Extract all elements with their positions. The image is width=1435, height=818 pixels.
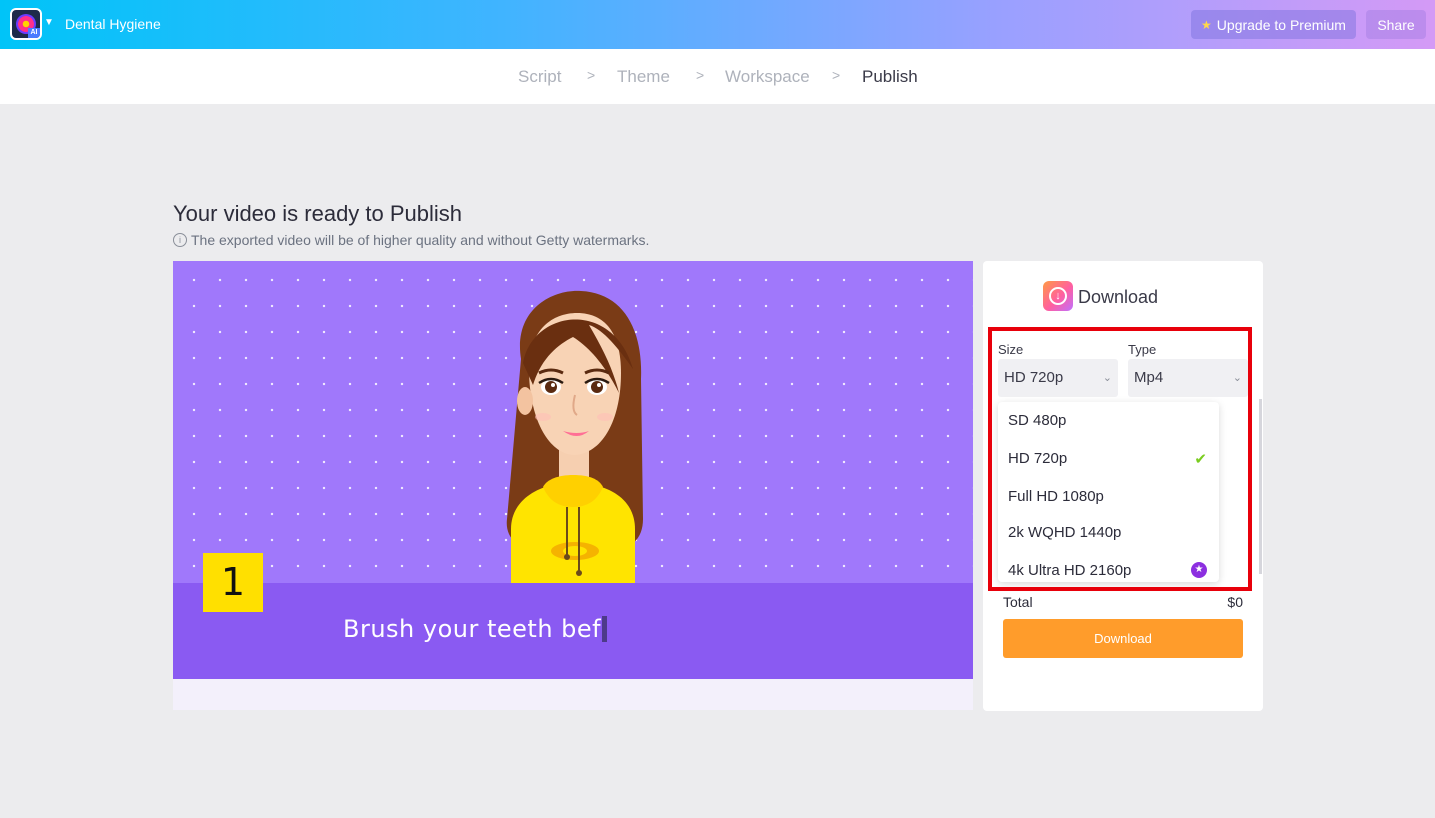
download-title: Download [1078,287,1159,307]
caption-label: Brush your teeth bef [343,615,602,643]
video-preview[interactable]: Brush your teeth bef 1 [173,261,973,710]
share-button[interactable]: Share [1366,10,1426,39]
info-note: i The exported video will be of higher q… [173,232,649,248]
step-script[interactable]: Script [518,67,561,87]
scrollbar[interactable] [1259,399,1262,574]
character-illustration [506,290,643,585]
workflow-stepper: Script > Theme > Workspace > Publish [0,49,1435,104]
total-value: $0 [1227,594,1243,610]
info-icon: i [173,233,187,247]
upgrade-label: Upgrade to Premium [1216,16,1346,33]
info-text: The exported video will be of higher qua… [191,232,650,248]
download-icon: ↓ [1043,281,1073,311]
step-workspace[interactable]: Workspace [725,67,810,87]
chevron-right-icon: > [587,67,596,83]
download-button[interactable]: Download [1003,619,1243,658]
total-label: Total [1003,594,1033,610]
top-bar: AI ▼ Dental Hygiene ★ Upgrade to Premium… [0,0,1435,49]
scene-number-badge: 1 [203,553,263,612]
logo-badge: AI [28,28,40,38]
page-title: Your video is ready to Publish [173,201,463,226]
star-icon: ★ [1201,17,1212,32]
highlight-annotation [988,327,1252,591]
step-theme[interactable]: Theme [617,67,670,87]
chevron-down-icon[interactable]: ▼ [44,17,54,28]
caption-text[interactable]: Brush your teeth bef [343,615,608,643]
app-logo[interactable]: AI [10,8,42,40]
chevron-right-icon: > [696,67,705,83]
upgrade-button[interactable]: ★ Upgrade to Premium [1191,10,1356,39]
step-publish[interactable]: Publish [862,67,918,87]
project-title[interactable]: Dental Hygiene [65,16,161,32]
chevron-right-icon: > [832,67,841,83]
text-cursor [602,616,608,642]
